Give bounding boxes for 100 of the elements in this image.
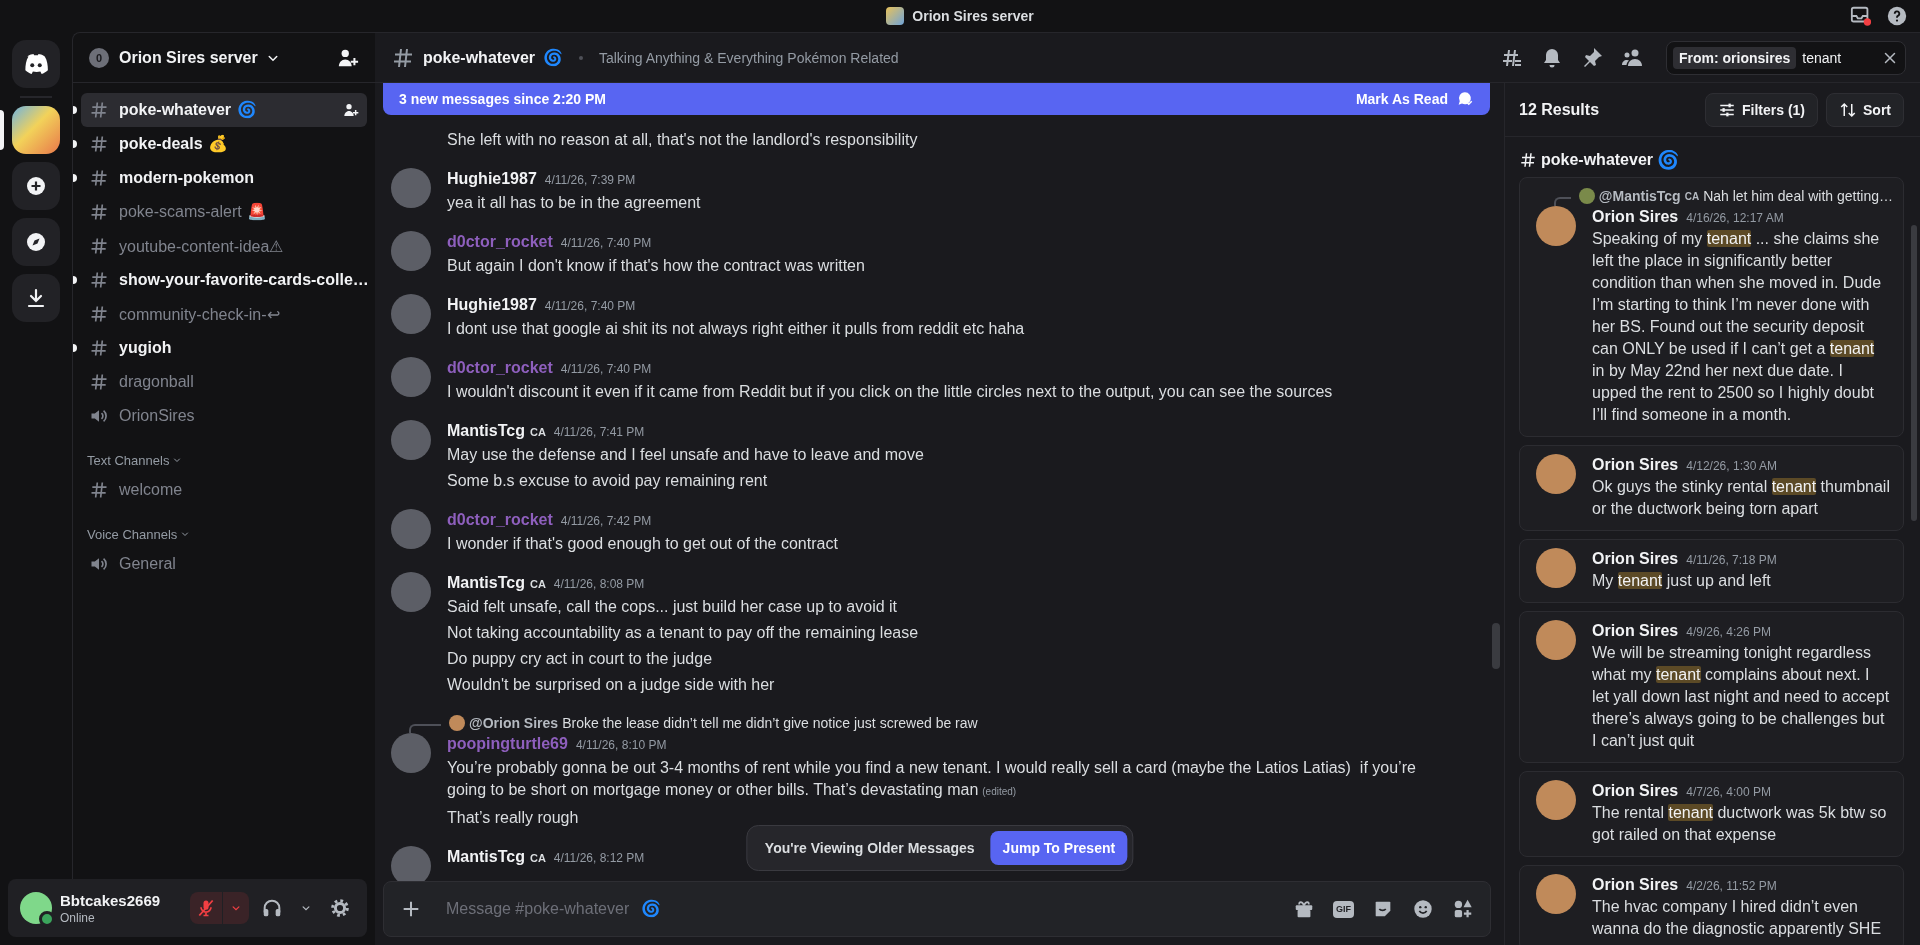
hash-icon — [89, 202, 109, 222]
channel-item[interactable]: welcome — [81, 473, 367, 507]
channel-item[interactable]: youtube-content-idea⚠ — [81, 229, 367, 263]
search-result-card[interactable]: Orion Sires 4/7/26, 4:00 PM The rental tenant ductwork was 5k btw so got railed on that expense — [1519, 771, 1904, 857]
channel-name: poke-whatever — [423, 48, 536, 67]
download-button[interactable] — [12, 274, 60, 322]
avatar-placeholder — [1536, 206, 1576, 246]
reply-author[interactable]: @Orion Sires — [469, 715, 559, 731]
discover-button[interactable] — [12, 218, 60, 266]
timestamp: 4/11/26, 8:12 PM — [553, 850, 645, 867]
author-name[interactable]: Hughie1987 — [447, 294, 537, 316]
avatar-placeholder — [1578, 188, 1595, 204]
timestamp: 4/11/26, 8:08 PM — [553, 576, 645, 593]
message-text: yea it all has to be in the agreement — [447, 193, 702, 213]
scrollbar — [1492, 623, 1500, 669]
author-name[interactable]: MantisTcg — [447, 572, 525, 594]
channel-item[interactable]: poke-scams-alert 🚨 — [81, 195, 367, 229]
timestamp: 4/12/26, 1:30 AM — [1686, 458, 1777, 475]
timestamp: 4/11/26, 7:39 PM — [544, 172, 636, 189]
author-name[interactable]: d0ctor_rocket — [447, 509, 553, 531]
mark-as-read-button[interactable]: Mark As Read — [1355, 90, 1474, 108]
channel-item[interactable]: dragonball — [81, 365, 367, 399]
reply-author: @MantisTcg — [1598, 188, 1681, 204]
jump-to-present-button[interactable]: Jump To Present — [990, 831, 1128, 865]
message-text: She left with no reason at all, that's not the landlord's responsibility — [447, 130, 919, 150]
search-result-card[interactable]: Orion Sires 4/12/26, 1:30 AM Ok guys the stinky rental tenant thumbnail or the ductwork being torn apart — [1519, 445, 1904, 531]
timestamp: 4/11/26, 7:40 PM — [560, 235, 652, 252]
avatar-placeholder — [391, 420, 431, 460]
emoji: 🌀 — [1657, 151, 1680, 169]
mute-button[interactable] — [190, 892, 222, 924]
emoji-button[interactable] — [1412, 898, 1434, 920]
emoji: 🚨 — [247, 204, 268, 220]
message-text: You’re probably gonna be out 3-4 months of rent while you find a new tenant. I would really sell a card (maybe the Latios Latias) if you’re going to be short on mortgage money or other bills. That’s devastating man (edited) — [447, 758, 1417, 800]
hash-icon — [89, 168, 109, 188]
hash-icon — [1519, 151, 1537, 169]
author-name[interactable]: Hughie1987 — [447, 168, 537, 190]
unread-indicator — [73, 174, 77, 182]
gif-button[interactable]: GIF — [1333, 900, 1354, 918]
sort-button[interactable]: Sort — [1826, 92, 1904, 127]
reply-preview[interactable]: Broke the lease didn’t tell me didn’t give notice just screwed be raw — [562, 715, 978, 731]
message-text: Not taking accountability as a tenant to pay off the remaining lease — [447, 623, 920, 643]
avatar-placeholder — [391, 231, 431, 271]
server-tag: CA — [529, 421, 546, 443]
channel-item[interactable]: poke-deals 💰 — [81, 127, 367, 161]
timestamp: 4/11/26, 7:18 PM — [1686, 552, 1777, 569]
server-photo-placeholder[interactable] — [12, 106, 60, 154]
search-input[interactable]: tenant — [1802, 49, 1875, 66]
author-name[interactable]: d0ctor_rocket — [447, 231, 553, 253]
add-server-button[interactable] — [12, 162, 60, 210]
chat-check-icon — [1456, 90, 1474, 108]
older-messages-label: You're Viewing Older Messages — [764, 840, 975, 856]
message-text: That’s really rough — [447, 808, 580, 828]
unread-indicator — [73, 106, 77, 114]
avatar-placeholder — [1536, 548, 1576, 588]
home-button[interactable] — [12, 40, 60, 88]
inbox-icon[interactable] — [1850, 5, 1872, 27]
author-name: Orion Sires — [1592, 549, 1679, 569]
boost-badge: 0 — [89, 47, 109, 68]
search-result-card[interactable]: Orion Sires 4/11/26, 7:18 PM My tenant just up and left — [1519, 539, 1904, 603]
search-filter-chip[interactable]: From: orionsires — [1673, 46, 1797, 69]
avatar-placeholder — [391, 846, 431, 881]
search-result-card[interactable]: Orion Sires 4/2/26, 11:52 PM The hvac company I hired didn’t even wanna do the diagnostic apparently SHE — [1519, 865, 1904, 945]
search-result-card[interactable] — [1519, 611, 1904, 763]
message-text: The hvac company I hired didn’t even wanna do the diagnostic apparently SHE — [1592, 897, 1883, 939]
channel-topic: Talking Anything & Everything Pokémon Related — [598, 49, 899, 66]
server-name[interactable]: Orion Sires server — [119, 48, 258, 67]
channel-item[interactable]: community-check-in-↩ — [81, 297, 367, 331]
search-result-card[interactable] — [1519, 177, 1904, 437]
results-count: 12 Results — [1519, 100, 1601, 119]
category-header[interactable]: Text Channels — [87, 451, 184, 469]
hash-icon — [89, 338, 109, 358]
author-name[interactable]: d0ctor_rocket — [447, 357, 553, 379]
author-name[interactable]: MantisTcg — [447, 846, 525, 868]
hash-icon — [89, 100, 109, 120]
channel-item[interactable]: OrionSires — [81, 399, 367, 433]
message-text: Ok guys the stinky rental tenant thumbnail or the ductwork being torn apart — [1592, 477, 1890, 519]
avatar-placeholder — [391, 572, 431, 612]
channel-item[interactable]: General — [81, 547, 367, 581]
hash-icon — [89, 236, 109, 256]
timestamp: 4/2/26, 11:52 PM — [1686, 878, 1777, 895]
timestamp: 4/7/26, 4:00 PM — [1686, 784, 1771, 801]
message-input[interactable]: Message #poke-whatever — [446, 900, 630, 918]
gift-button[interactable] — [1293, 898, 1315, 920]
timestamp: 4/16/26, 12:17 AM — [1686, 210, 1784, 227]
invite-member-icon[interactable] — [343, 102, 359, 118]
channel-item[interactable]: yugioh — [81, 331, 367, 365]
timestamp: 4/11/26, 7:40 PM — [544, 298, 636, 315]
author-name[interactable]: poopingturtle69 — [447, 733, 568, 755]
server-tag: CA — [1684, 190, 1700, 202]
author-name[interactable]: MantisTcg — [447, 420, 525, 442]
sort-icon — [1839, 100, 1857, 119]
avatar-placeholder — [391, 509, 431, 549]
result-channel-name: poke-whatever — [1541, 151, 1654, 169]
help-icon[interactable] — [1886, 5, 1908, 27]
category-header[interactable]: Voice Channels — [87, 525, 192, 543]
filters-button[interactable]: Filters (1) — [1705, 92, 1818, 127]
channel-item[interactable]: show-your-favorite-cards-colle… — [81, 263, 367, 297]
apps-button[interactable] — [1452, 898, 1474, 920]
author-name: Orion Sires — [1592, 455, 1679, 475]
channel-item[interactable]: modern-pokemon — [81, 161, 367, 195]
